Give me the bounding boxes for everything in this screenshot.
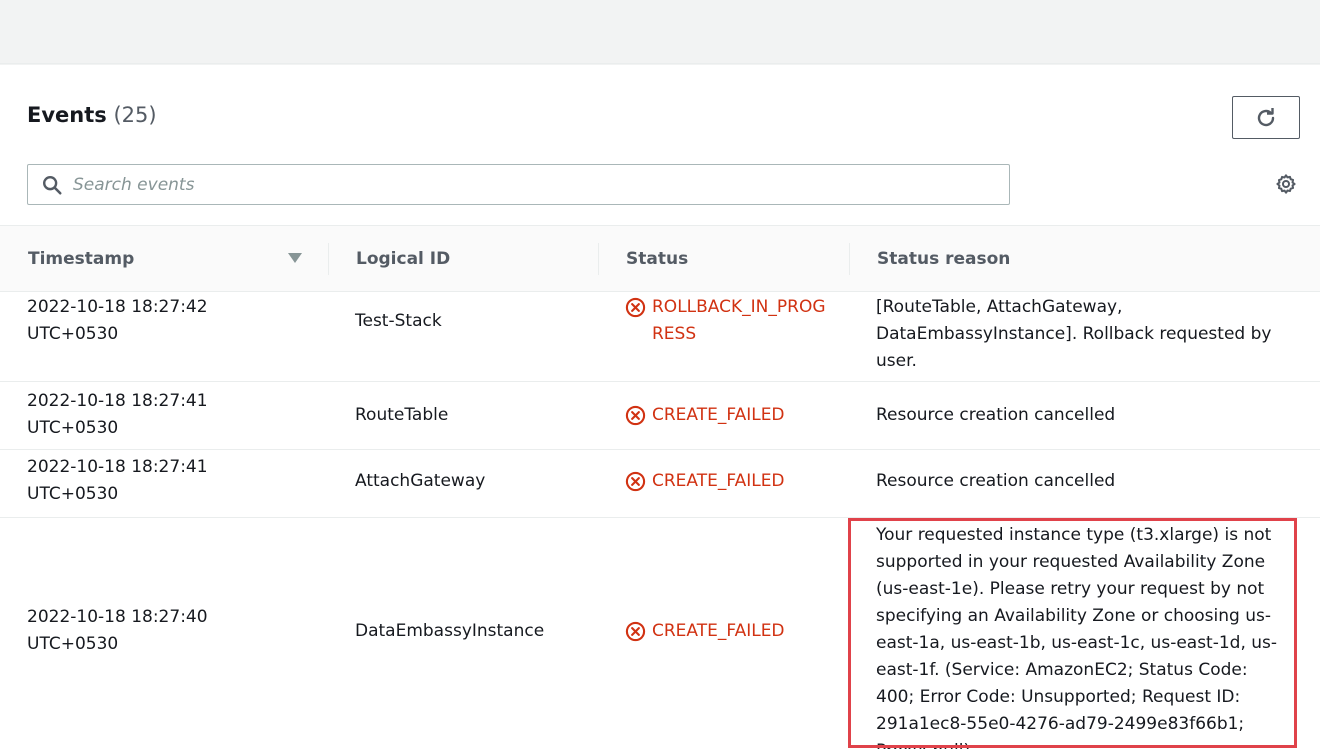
status-text: CREATE_FAILED xyxy=(652,471,785,491)
logical-id-cell: RouteTable xyxy=(355,405,449,425)
logical-id-cell: AttachGateway xyxy=(355,471,486,491)
status-text: CREATE_FAILED xyxy=(652,621,785,641)
search-icon xyxy=(43,175,62,195)
column-header-status-reason[interactable]: Status reason xyxy=(877,226,1010,291)
refresh-icon xyxy=(1257,107,1275,126)
timestamp-cell: 2022-10-18 18:27:41 UTC+0530 xyxy=(27,454,277,508)
column-divider[interactable] xyxy=(328,243,329,275)
table-header: Timestamp Logical ID Status Status reaso… xyxy=(0,225,1320,292)
column-header-logical-id[interactable]: Logical ID xyxy=(356,226,450,291)
events-panel: Events (25) Timestamp Logical ID Status … xyxy=(0,65,1320,749)
error-x-circle-icon xyxy=(625,471,646,492)
status-reason-cell: Resource creation cancelled xyxy=(876,405,1116,425)
status-cell: CREATE_FAILED xyxy=(625,402,835,429)
refresh-button[interactable] xyxy=(1232,96,1300,139)
column-header-status[interactable]: Status xyxy=(626,226,688,291)
status-cell: CREATE_FAILED xyxy=(625,618,835,645)
timestamp-date: 2022-10-18 18:27:42 xyxy=(27,297,208,317)
column-divider[interactable] xyxy=(849,243,850,275)
status-cell: ROLLBACK_IN_PROGRESS xyxy=(625,294,830,348)
events-count: (25) xyxy=(113,103,157,127)
timestamp-cell: 2022-10-18 18:27:42 UTC+0530 xyxy=(27,294,277,348)
sort-descending-icon[interactable] xyxy=(288,253,302,263)
search-box[interactable] xyxy=(27,164,1010,205)
timestamp-date: 2022-10-18 18:27:41 xyxy=(27,391,208,411)
timestamp-date: 2022-10-18 18:27:40 xyxy=(27,607,208,627)
timestamp-timezone: UTC+0530 xyxy=(27,418,119,438)
timestamp-date: 2022-10-18 18:27:41 xyxy=(27,457,208,477)
status-reason-cell: [RouteTable, AttachGateway, DataEmbassyI… xyxy=(876,297,1272,371)
error-x-circle-icon xyxy=(625,621,646,642)
error-x-circle-icon xyxy=(625,297,646,318)
status-reason-cell: Resource creation cancelled xyxy=(876,471,1116,491)
search-input[interactable] xyxy=(73,174,973,195)
status-text: ROLLBACK_IN_PROGRESS xyxy=(652,297,826,344)
page-title: Events xyxy=(27,103,107,127)
timestamp-timezone: UTC+0530 xyxy=(27,634,119,654)
column-header-timestamp[interactable]: Timestamp xyxy=(28,226,134,291)
column-divider[interactable] xyxy=(598,243,599,275)
events-header: Events (25) xyxy=(27,101,157,129)
status-text: CREATE_FAILED xyxy=(652,405,785,425)
timestamp-timezone: UTC+0530 xyxy=(27,484,119,504)
table-row[interactable]: 2022-10-18 18:27:41 UTC+0530 RouteTable … xyxy=(0,382,1320,450)
error-x-circle-icon xyxy=(625,405,646,426)
top-band xyxy=(0,0,1320,64)
logical-id-cell: DataEmbassyInstance xyxy=(355,621,545,641)
timestamp-timezone: UTC+0530 xyxy=(27,324,119,344)
status-reason-cell: Your requested instance type (t3.xlarge)… xyxy=(876,525,1278,749)
logical-id-cell: Test-Stack xyxy=(355,311,442,331)
timestamp-cell: 2022-10-18 18:27:40 UTC+0530 xyxy=(27,604,277,658)
table-row[interactable]: 2022-10-18 18:27:42 UTC+0530 Test-Stack … xyxy=(0,292,1320,382)
table-row[interactable]: 2022-10-18 18:27:40 UTC+0530 DataEmbassy… xyxy=(0,518,1320,749)
timestamp-cell: 2022-10-18 18:27:41 UTC+0530 xyxy=(27,388,277,442)
table-row[interactable]: 2022-10-18 18:27:41 UTC+0530 AttachGatew… xyxy=(0,450,1320,518)
gear-icon[interactable] xyxy=(1275,173,1297,195)
status-cell: CREATE_FAILED xyxy=(625,468,835,495)
